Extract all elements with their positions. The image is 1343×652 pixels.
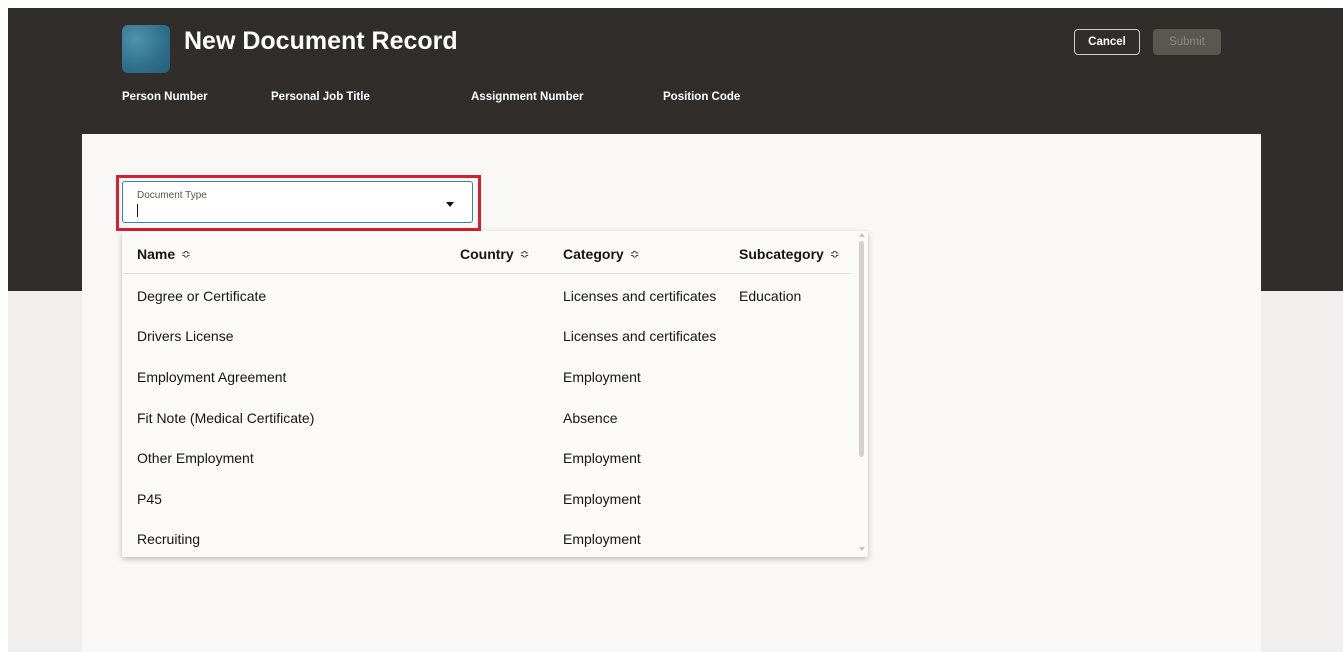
cell-name: Drivers License: [137, 328, 234, 344]
document-type-label: Document Type: [137, 190, 207, 201]
cell-category: Absence: [563, 410, 618, 426]
column-header-category[interactable]: Category ≎: [563, 246, 640, 262]
cell-name: Fit Note (Medical Certificate): [137, 410, 315, 426]
sort-icon[interactable]: ≎: [181, 247, 191, 261]
column-header-name[interactable]: Name ≎: [137, 246, 191, 262]
sort-icon[interactable]: ≎: [520, 247, 530, 261]
attribute-personal-job-title: Personal Job Title: [271, 91, 370, 103]
cell-name: Recruiting: [137, 531, 201, 547]
column-header-subcategory[interactable]: Subcategory ≎: [739, 246, 840, 262]
cell-name: Degree or Certificate: [137, 288, 267, 304]
attribute-position-code: Position Code: [663, 91, 741, 103]
cell-name: Other Employment: [137, 450, 254, 466]
column-header-country[interactable]: Country ≎: [460, 246, 530, 262]
cell-category: Employment: [563, 450, 641, 466]
scroll-up-icon[interactable]: [859, 233, 865, 237]
column-header-label: Category: [563, 246, 624, 262]
document-type-select[interactable]: Document Type: [122, 181, 473, 223]
page-title: New Document Record: [184, 27, 458, 55]
text-caret: [137, 204, 138, 217]
submit-button[interactable]: Submit: [1153, 29, 1221, 55]
cell-category: Licenses and certificates: [563, 288, 717, 304]
header-divider: [122, 273, 850, 274]
cancel-button[interactable]: Cancel: [1074, 29, 1140, 55]
cell-category: Employment: [563, 531, 641, 547]
sort-icon[interactable]: ≎: [630, 247, 640, 261]
cell-name: P45: [137, 491, 162, 507]
cell-category: Employment: [563, 491, 641, 507]
column-header-label: Name: [137, 246, 176, 262]
cell-category: Employment: [563, 369, 641, 385]
document-type-dropdown: Name ≎ Country ≎ Category ≎ Subcategory …: [122, 231, 868, 557]
attribute-assignment-number: Assignment Number: [471, 91, 584, 103]
attribute-person-number: Person Number: [122, 91, 208, 103]
cell-category: Licenses and certificates: [563, 328, 717, 344]
avatar: [122, 25, 170, 73]
column-header-label: Country: [460, 246, 514, 262]
caret-down-icon[interactable]: [446, 202, 454, 207]
cell-subcategory: Education: [739, 288, 802, 304]
cell-name: Employment Agreement: [137, 369, 287, 385]
scrollbar-thumb[interactable]: [859, 241, 864, 457]
column-header-label: Subcategory: [739, 246, 824, 262]
sort-icon[interactable]: ≎: [830, 247, 840, 261]
scroll-down-icon[interactable]: [859, 547, 865, 551]
cropped-text-strip: [0, 0, 1343, 8]
